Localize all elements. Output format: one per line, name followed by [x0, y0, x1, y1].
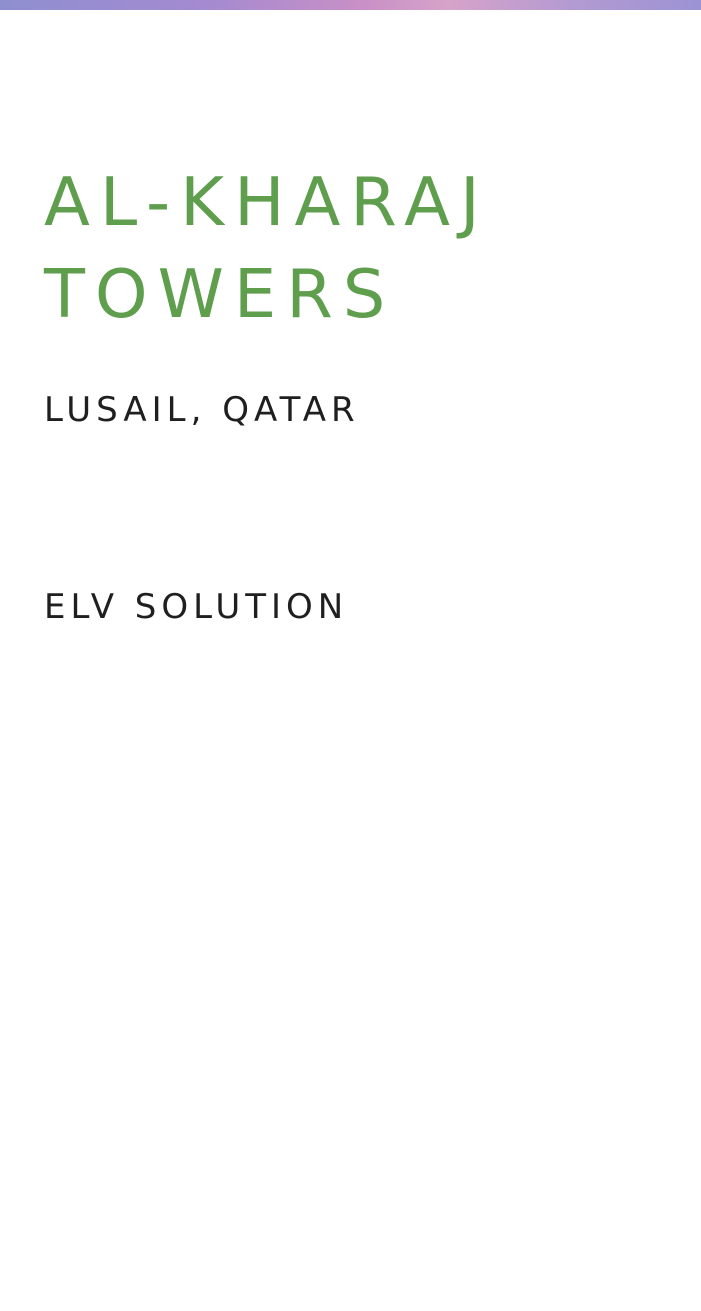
- project-title: AL-KHARAJ TOWERS: [44, 156, 664, 340]
- project-page: AL-KHARAJ TOWERS LUSAIL, QATAR ELV SOLUT…: [0, 0, 701, 1311]
- top-gradient-banner: [0, 0, 701, 10]
- project-title-line-1: AL-KHARAJ: [44, 163, 490, 241]
- project-title-line-2: TOWERS: [44, 255, 396, 333]
- project-location: LUSAIL, QATAR: [44, 390, 360, 430]
- project-service: ELV SOLUTION: [44, 587, 349, 627]
